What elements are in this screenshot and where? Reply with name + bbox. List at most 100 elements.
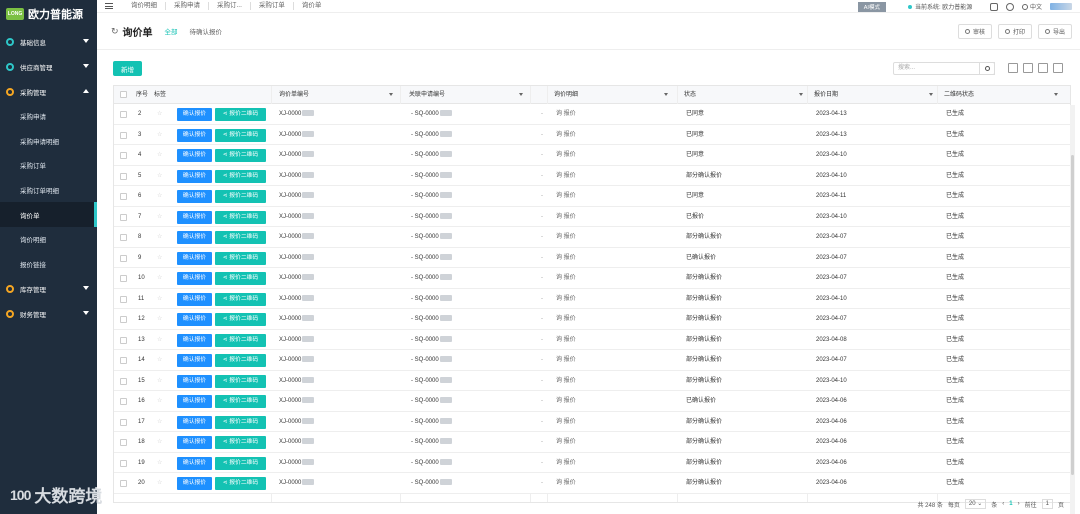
row-checkbox[interactable] <box>120 131 127 139</box>
detail-link[interactable]: 询 报价 <box>556 104 576 125</box>
detail-link[interactable]: 询 报价 <box>556 166 576 187</box>
table-row[interactable]: 20 ☆ 确认报价 ⋖ 报价二维码 XJ-0000 - SQ-0000 · 询 报价 部分确认报… <box>114 473 1070 494</box>
star-icon[interactable]: ☆ <box>157 412 162 433</box>
inquiry-no[interactable]: XJ-0000 <box>279 289 315 310</box>
row-checkbox[interactable] <box>120 439 127 446</box>
quote-qrcode-button[interactable]: ⋖ 报价二维码 <box>215 292 266 306</box>
table-row[interactable]: 2 ☆ 确认报价 ⋖ 报价二维码 XJ-0000 - SQ-0000 · 询 报价 已同意 202… <box>114 104 1070 125</box>
add-button[interactable]: 新增 <box>113 61 142 76</box>
row-checkbox[interactable] <box>120 459 127 467</box>
detail-link[interactable]: 询 报价 <box>556 125 576 146</box>
sidebar-item-inquiry[interactable]: 询价单 <box>0 202 97 227</box>
table-row[interactable]: 5 ☆ 确认报价 ⋖ 报价二维码 XJ-0000 - SQ-0000 · 询 报价 部分确认报价… <box>114 165 1070 187</box>
request-no[interactable]: - SQ-0000 <box>411 473 452 494</box>
quote-qrcode-button[interactable]: ⋖ 报价二维码 <box>215 149 266 162</box>
inquiry-no[interactable]: XJ-0000 <box>279 412 315 433</box>
row-checkbox[interactable] <box>120 152 127 159</box>
request-no[interactable]: - SQ-0000 <box>411 268 452 289</box>
request-no[interactable]: - SQ-0000 <box>411 104 452 125</box>
lock-icon[interactable] <box>990 2 999 11</box>
sidebar-item-inquiry-detail[interactable]: 询价明细 <box>0 227 97 252</box>
star-icon[interactable]: ☆ <box>157 268 162 289</box>
table-row[interactable]: 16 ☆ 确认报价 ⋖ 报价二维码 XJ-0000 - SQ-0000 · 询 报价 已确认报价… <box>114 391 1070 412</box>
tab-all[interactable]: 全部 <box>165 26 178 36</box>
detail-link[interactable]: 询 报价 <box>556 391 576 412</box>
table-row[interactable]: 6 ☆ 确认报价 ⋖ 报价二维码 XJ-0000 - SQ-0000 · 询 报价 已同意 202… <box>114 186 1070 207</box>
row-checkbox[interactable] <box>120 357 127 364</box>
inquiry-no[interactable]: XJ-0000 <box>279 248 315 269</box>
table-row[interactable]: 11 ☆ 确认报价 ⋖ 报价二维码 XJ-0000 - SQ-0000 · 询 报价 部分确认报… <box>114 288 1070 310</box>
detail-link[interactable]: 询 报价 <box>556 350 576 371</box>
prev-page-button[interactable]: ‹ <box>1002 501 1004 507</box>
menu-finance[interactable]: 财务管理 <box>0 301 97 326</box>
header-quote-date[interactable]: 报价日期 <box>814 86 939 104</box>
confirm-quote-button[interactable]: 确认报价 <box>177 231 212 244</box>
detail-link[interactable]: 询 报价 <box>556 330 576 351</box>
row-checkbox[interactable] <box>120 111 127 118</box>
row-checkbox[interactable] <box>120 336 127 344</box>
quote-qrcode-button[interactable]: ⋖ 报价二维码 <box>215 374 266 388</box>
confirm-quote-button[interactable]: 确认报价 <box>177 251 212 265</box>
sidebar-item-purchase-request-detail[interactable]: 采购申请明细 <box>0 129 97 154</box>
quote-qrcode-button[interactable]: ⋖ 报价二维码 <box>215 354 266 367</box>
export-button[interactable]: 导出 <box>1037 24 1072 39</box>
header-status[interactable]: 状态 <box>684 86 809 104</box>
detail-link[interactable]: 询 报价 <box>556 186 576 207</box>
quote-qrcode-button[interactable]: ⋖ 报价二维码 <box>215 395 266 408</box>
quote-qrcode-button[interactable]: ⋖ 报价二维码 <box>215 456 266 470</box>
detail-link[interactable]: 询 报价 <box>556 227 576 248</box>
inquiry-no[interactable]: XJ-0000 <box>279 207 315 228</box>
filter-icon[interactable] <box>1008 63 1018 73</box>
header-detail[interactable]: 询价明细 <box>554 86 674 104</box>
help-icon[interactable] <box>1006 2 1015 11</box>
chart-icon[interactable] <box>1053 63 1063 73</box>
quote-qrcode-button[interactable]: ⋖ 报价二维码 <box>215 210 266 224</box>
inquiry-no[interactable]: XJ-0000 <box>279 166 315 187</box>
table-row[interactable]: 13 ☆ 确认报价 ⋖ 报价二维码 XJ-0000 - SQ-0000 · 询 报价 部分确认报… <box>114 329 1070 351</box>
star-icon[interactable]: ☆ <box>157 248 162 269</box>
confirm-quote-button[interactable]: 确认报价 <box>177 210 212 224</box>
inquiry-no[interactable]: XJ-0000 <box>279 432 315 453</box>
current-page-number[interactable]: 1 <box>1009 501 1012 507</box>
sidebar-item-purchase-order[interactable]: 采购订单 <box>0 153 97 178</box>
select-all-checkbox[interactable] <box>120 91 127 98</box>
request-no[interactable]: - SQ-0000 <box>411 453 452 474</box>
quote-qrcode-button[interactable]: ⋖ 报价二维码 <box>215 169 266 183</box>
header-inquiry-no[interactable]: 询价单编号 <box>279 86 399 104</box>
detail-link[interactable]: 询 报价 <box>556 473 576 494</box>
inquiry-no[interactable]: XJ-0000 <box>279 125 315 146</box>
inquiry-no[interactable]: XJ-0000 <box>279 186 315 207</box>
confirm-quote-button[interactable]: 确认报价 <box>177 456 212 470</box>
goto-page-input[interactable]: 1 <box>1041 499 1053 509</box>
quote-qrcode-button[interactable]: ⋖ 报价二维码 <box>215 477 266 490</box>
sort-icon[interactable] <box>1038 63 1048 73</box>
table-row[interactable]: 15 ☆ 确认报价 ⋖ 报价二维码 XJ-0000 - SQ-0000 · 询 报价 部分确认报… <box>114 370 1070 392</box>
row-checkbox[interactable] <box>120 377 127 385</box>
inquiry-no[interactable]: XJ-0000 <box>279 391 315 412</box>
request-no[interactable]: - SQ-0000 <box>411 371 452 392</box>
request-no[interactable]: - SQ-0000 <box>411 350 452 371</box>
page-size-select[interactable]: 20 ⌄ <box>964 499 987 509</box>
ai-mode-badge[interactable]: AI模式 <box>857 1 886 12</box>
confirm-quote-button[interactable]: 确认报价 <box>177 415 212 429</box>
menu-inventory[interactable]: 库存管理 <box>0 276 97 301</box>
table-row[interactable]: 3 ☆ 确认报价 ⋖ 报价二维码 XJ-0000 - SQ-0000 · 询 报价 已同意 202… <box>114 124 1070 146</box>
table-row[interactable]: 19 ☆ 确认报价 ⋖ 报价二维码 XJ-0000 - SQ-0000 · 询 报价 部分确认报… <box>114 452 1070 474</box>
confirm-quote-button[interactable]: 确认报价 <box>177 313 212 326</box>
request-no[interactable]: - SQ-0000 <box>411 289 452 310</box>
confirm-quote-button[interactable]: 确认报价 <box>177 477 212 490</box>
tab-purchase-request[interactable]: 采购申请 <box>166 2 209 10</box>
confirm-quote-button[interactable]: 确认报价 <box>177 354 212 367</box>
detail-link[interactable]: 询 报价 <box>556 145 576 166</box>
quote-qrcode-button[interactable]: ⋖ 报价二维码 <box>215 415 266 429</box>
star-icon[interactable]: ☆ <box>157 371 162 392</box>
menu-basic-info[interactable]: 基础信息 <box>0 29 97 54</box>
confirm-quote-button[interactable]: 确认报价 <box>177 108 212 121</box>
quote-qrcode-button[interactable]: ⋖ 报价二维码 <box>215 128 266 142</box>
tab-pending-quote[interactable]: 待确认报价 <box>190 26 223 36</box>
user-avatar[interactable] <box>1050 3 1072 10</box>
inquiry-no[interactable]: XJ-0000 <box>279 227 315 248</box>
detail-link[interactable]: 询 报价 <box>556 371 576 392</box>
star-icon[interactable]: ☆ <box>157 166 162 187</box>
inquiry-no[interactable]: XJ-0000 <box>279 473 315 494</box>
